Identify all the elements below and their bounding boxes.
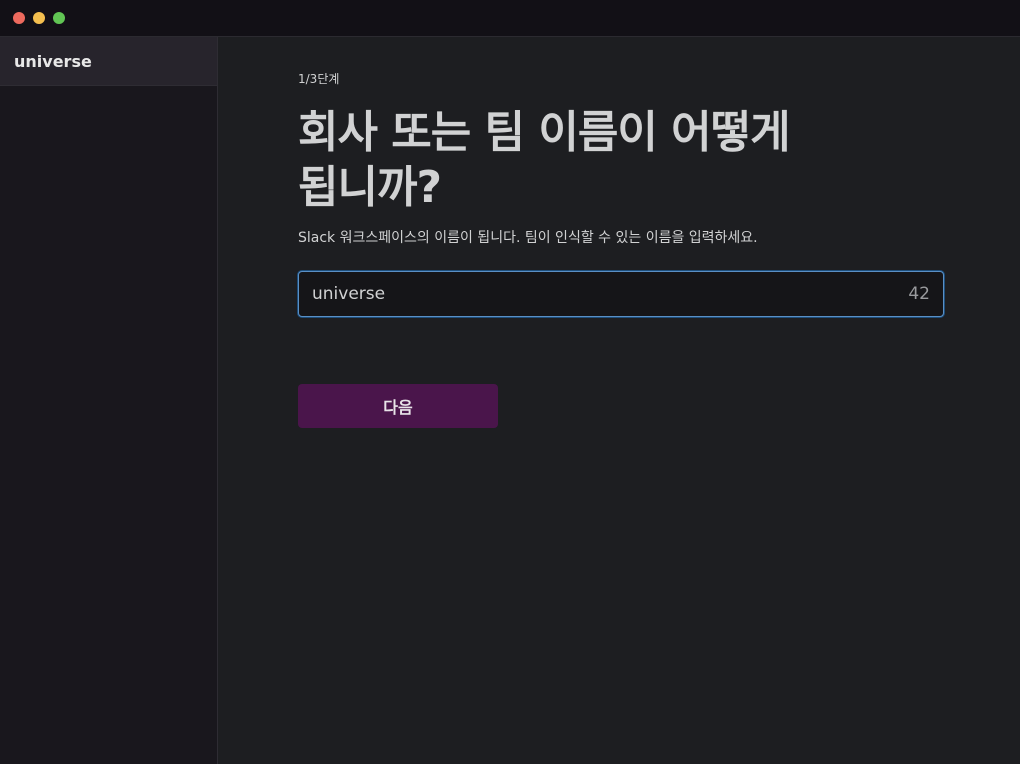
minimize-window-button[interactable] xyxy=(33,12,45,24)
next-button[interactable]: 다음 xyxy=(298,384,498,428)
app-window: universe 1/3단계 회사 또는 팀 이름이 어떻게 됩니까? Slac… xyxy=(0,0,1020,764)
main-panel: 1/3단계 회사 또는 팀 이름이 어떻게 됩니까? Slack 워크스페이스의… xyxy=(218,37,1020,764)
page-title: 회사 또는 팀 이름이 어떻게 됩니까? xyxy=(298,107,791,213)
sidebar: universe xyxy=(0,37,218,764)
team-name-field: 42 xyxy=(298,271,944,317)
character-count: 42 xyxy=(908,284,930,304)
close-window-button[interactable] xyxy=(13,12,25,24)
page-subtitle: Slack 워크스페이스의 이름이 됩니다. 팀이 인식할 수 있는 이름을 입… xyxy=(298,230,758,246)
setup-form: 1/3단계 회사 또는 팀 이름이 어떻게 됩니까? Slack 워크스페이스의… xyxy=(298,71,944,428)
workspace-name: universe xyxy=(14,51,92,71)
maximize-window-button[interactable] xyxy=(53,12,65,24)
step-indicator: 1/3단계 xyxy=(298,72,340,86)
team-name-input[interactable] xyxy=(299,272,859,316)
title-bar xyxy=(0,0,1020,37)
workspace-name-header[interactable]: universe xyxy=(0,37,217,86)
